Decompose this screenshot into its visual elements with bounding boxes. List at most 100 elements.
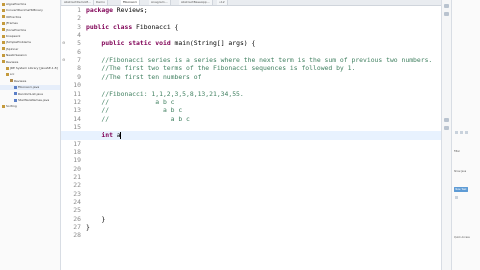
code-line[interactable]: } <box>86 223 90 231</box>
folder-icon <box>2 53 5 57</box>
code-text: public static void main(String[] args) { <box>101 39 256 48</box>
line-number: 22 <box>73 181 81 190</box>
panel-toolbar-icon[interactable] <box>465 131 468 134</box>
editor-tab[interactable]: »12 <box>217 0 228 5</box>
panel-toolbar-icon[interactable] <box>455 196 458 199</box>
folder-icon <box>2 2 5 6</box>
code-editor[interactable]: AbstractDemoM... Demo Fibonacci Anagram... A… <box>61 0 441 270</box>
line-number: 10 <box>73 81 81 90</box>
maximize-icon[interactable] <box>444 12 449 16</box>
code-text: public class Fibonacci { <box>86 22 179 31</box>
fold-toggle-icon[interactable]: ⊖ <box>62 41 66 45</box>
project-tree-label: JFrames <box>6 21 18 26</box>
code-line[interactable]: // a b c <box>86 115 190 123</box>
code-line[interactable]: //Fibonacci series is a series where the… <box>86 56 432 64</box>
quick-access-label[interactable]: Quick Access <box>454 236 470 240</box>
filter-label[interactable]: Filter <box>454 150 460 154</box>
restore-icon[interactable] <box>444 4 449 8</box>
project-tree-item[interactable]: AlgosPractice <box>0 2 60 7</box>
project-tree-item[interactable]: ConvertDecimalToBinary <box>0 8 60 13</box>
task-list-panel: Filter Show Java New Task Quick Access <box>451 0 480 270</box>
current-code-line[interactable]: int a <box>61 131 441 140</box>
project-tree-item[interactable]: IOPractice <box>0 15 60 20</box>
panel-toolbar-icon[interactable] <box>455 131 458 134</box>
code-comment: // a b c <box>86 97 175 106</box>
line-number: 17 <box>73 139 81 148</box>
code-text: } <box>86 214 106 223</box>
project-tree-item[interactable]: JhonsPractice <box>0 28 60 33</box>
project-tree-item[interactable]: Knapsack <box>0 34 60 39</box>
panel-toolbar-icon[interactable] <box>460 131 463 134</box>
editor-tab[interactable]: AbstractDemoM... <box>62 0 94 5</box>
task-list-icon[interactable] <box>444 126 449 130</box>
code-line[interactable]: // a b c <box>86 106 182 114</box>
line-number: 19 <box>73 156 81 165</box>
project-tree-item[interactable]: RandomList.java <box>0 92 60 97</box>
code-text: package Reviews; <box>86 6 148 14</box>
line-number: 2 <box>77 14 81 23</box>
project-tree-item[interactable]: StarWarsNames.java <box>0 98 60 103</box>
line-number: 28 <box>73 231 81 240</box>
project-tree-item[interactable]: JSpinner <box>0 47 60 52</box>
line-number: 11 <box>73 89 81 98</box>
line-number: 1 <box>77 6 81 14</box>
fold-toggle-icon[interactable]: ⊖ <box>62 58 66 62</box>
java-file-icon <box>14 98 17 102</box>
folder-icon <box>2 34 5 38</box>
folder-icon <box>2 60 5 64</box>
project-tree-label: Fibonacci.java <box>18 85 40 90</box>
code-line[interactable]: public static void main(String[] args) { <box>86 39 255 47</box>
project-tree-label: NewInSession <box>6 53 27 58</box>
package-icon <box>10 79 13 83</box>
code-text-area[interactable]: package Reviews; public class Fibonacci {… <box>61 6 441 270</box>
project-tree-item[interactable]: JSimpleProblems <box>0 40 60 45</box>
show-java-label[interactable]: Show Java <box>454 170 466 174</box>
project-tree-item[interactable]: NewInSession <box>0 53 60 58</box>
code-comment: // a b c <box>86 106 183 115</box>
code-text: int a <box>101 131 121 140</box>
code-line[interactable]: //The first two terms of the Fibonacci s… <box>86 64 355 72</box>
project-tree-item[interactable]: Reviews <box>0 79 60 84</box>
project-tree-item[interactable]: Fibonacci.java <box>0 85 60 91</box>
code-line[interactable]: //Fibonacci: 1,1,2,3,5,8,13,21,34,55. <box>86 89 244 98</box>
editor-tab[interactable]: AbstractBaseApp... <box>179 0 213 5</box>
project-tree-label: StarWarsNames.java <box>18 98 50 102</box>
code-line[interactable]: public class Fibonacci { <box>86 23 178 31</box>
code-line[interactable]: } <box>86 215 105 223</box>
code-text: } <box>86 223 90 232</box>
folder-icon <box>6 72 9 76</box>
line-number: 13 <box>73 106 81 115</box>
code-line[interactable]: //The first ten numbers of <box>86 73 201 81</box>
folder-icon <box>2 8 5 12</box>
project-tree-item[interactable]: Reviews <box>0 60 60 65</box>
code-comment: //The first ten numbers of <box>86 72 202 81</box>
code-line[interactable]: // a b c <box>86 97 175 106</box>
line-number: 15 <box>73 122 81 131</box>
line-number: 3 <box>77 22 81 31</box>
editor-tab[interactable]: Demo <box>94 0 108 5</box>
right-toolbar-rail <box>441 0 451 270</box>
project-tree-label: Sorting <box>6 104 17 109</box>
code-line[interactable]: package Reviews; <box>86 6 148 14</box>
project-tree-item[interactable]: JRE System Library [JavaSE-1.8] <box>0 66 60 71</box>
line-number: 27 <box>73 223 81 232</box>
project-tree-label: Knapsack <box>6 34 21 38</box>
project-tree-label: JRE System Library [JavaSE-1.8] <box>10 66 58 70</box>
folder-icon <box>2 104 5 108</box>
project-tree-label: IOPractice <box>6 14 22 19</box>
line-number: 25 <box>73 206 81 215</box>
project-tree-item[interactable]: src <box>0 72 60 77</box>
project-tree-label: JSimpleProblems <box>6 40 31 45</box>
code-comment: //Fibonacci: 1,1,2,3,5,8,13,21,34,55. <box>86 89 244 98</box>
folder-icon <box>2 28 5 32</box>
project-tree-label: src <box>10 72 15 77</box>
project-tree-item[interactable]: Sorting <box>0 104 60 109</box>
line-number: 26 <box>73 214 81 223</box>
project-tree-item[interactable]: JFrames <box>0 21 60 26</box>
new-task-button[interactable]: New Task <box>454 187 468 192</box>
editor-tab[interactable]: Fibonacci <box>121 0 140 5</box>
editor-tab[interactable]: Anagram... <box>149 0 171 5</box>
line-number: 14 <box>73 114 81 123</box>
project-tree-label: JSpinner <box>6 46 19 51</box>
outline-icon[interactable] <box>444 118 449 122</box>
